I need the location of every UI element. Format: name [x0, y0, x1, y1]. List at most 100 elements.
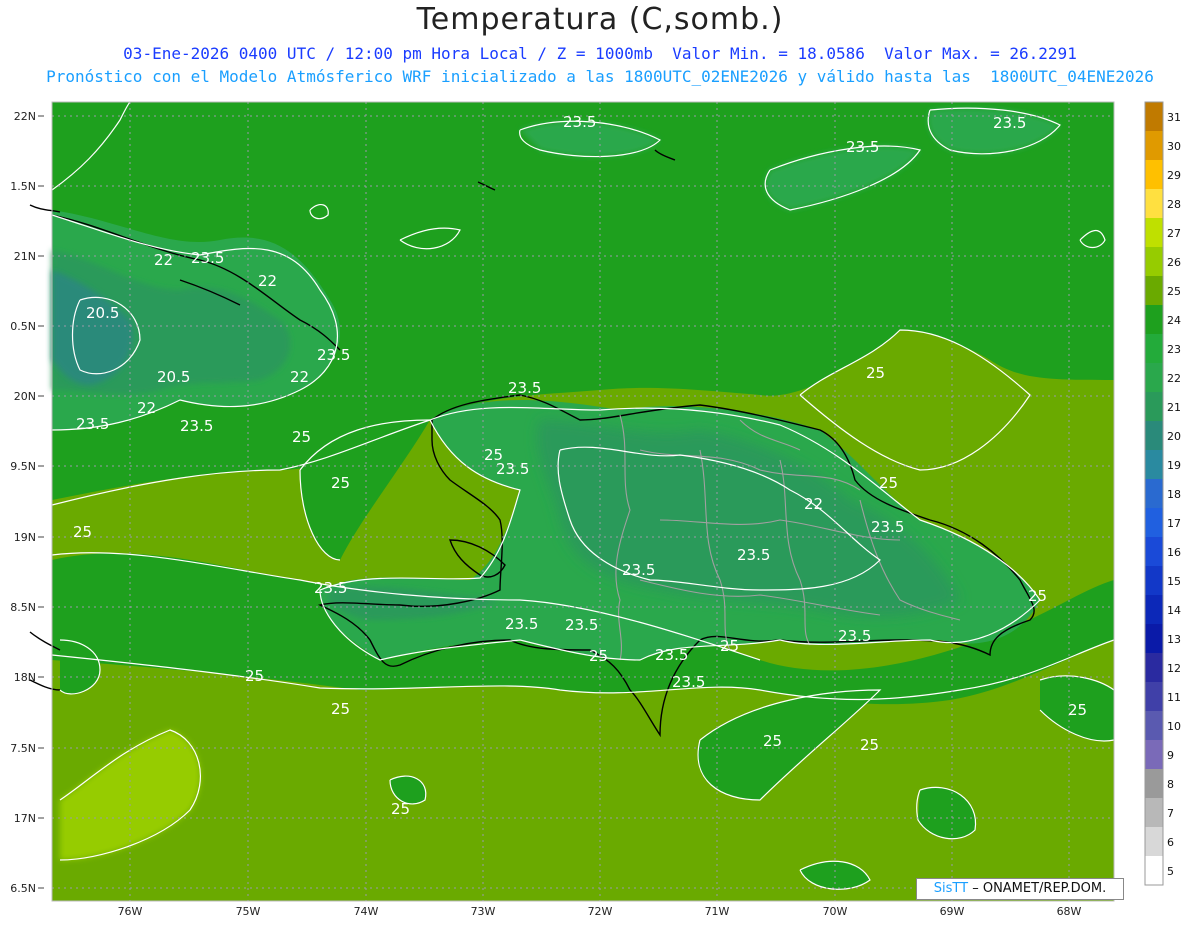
contour-label: 25 [331, 700, 350, 718]
contour-label: 25 [245, 667, 264, 685]
lat-label: 1.5N [10, 180, 36, 193]
colorbar-label: 21 [1167, 401, 1181, 414]
colorbar-label: 31 [1167, 111, 1181, 124]
colorbar-swatch [1145, 247, 1163, 276]
contour-label: 23.5 [737, 546, 770, 564]
contour-label: 25 [391, 800, 410, 818]
colorbar-swatch [1145, 102, 1163, 131]
contour-label: 20.5 [86, 304, 119, 322]
colorbar-label: 16 [1167, 546, 1181, 559]
colorbar-swatch [1145, 392, 1163, 421]
lat-label: 6.5N [10, 882, 36, 895]
colorbar-label: 20 [1167, 430, 1181, 443]
temperature-map: 23.5 23.5 23.5 22 23.5 22 20.5 23.5 20.5… [10, 101, 1181, 918]
colorbar-label: 9 [1167, 749, 1174, 762]
contour-label: 22 [290, 368, 309, 386]
contour-label: 23.5 [838, 627, 871, 645]
lat-label: 21N [14, 250, 36, 263]
colorbar-swatch [1145, 276, 1163, 305]
colorbar: 31 30 29 28 27 26 25 24 23 22 21 20 19 18 17 16 15 14 13 12… [1144, 101, 1181, 886]
contour-label: 23.5 [565, 616, 598, 634]
contour-label: 20.5 [157, 368, 190, 386]
colorbar-label: 28 [1167, 198, 1181, 211]
colorbar-label: 29 [1167, 169, 1181, 182]
map-subtitle-model-run: Pronóstico con el Modelo Atmósferico WRF… [46, 67, 1154, 86]
colorbar-swatch [1145, 479, 1163, 508]
lat-label: 19N [14, 531, 36, 544]
colorbar-swatch [1145, 305, 1163, 334]
colorbar-label: 24 [1167, 314, 1181, 327]
colorbar-swatch [1145, 711, 1163, 740]
contour-label: 25 [720, 637, 739, 655]
colorbar-label: 19 [1167, 459, 1181, 472]
longitude-axis: 76W 75W 74W 73W 72W 71W 70W 69W 68W [118, 905, 1082, 918]
contour-label: 22 [804, 495, 823, 513]
colorbar-label: 13 [1167, 633, 1181, 646]
colorbar-swatch [1145, 595, 1163, 624]
lon-label: 76W [118, 905, 143, 918]
contour-label: 23.5 [76, 415, 109, 433]
contour-label: 23.5 [672, 673, 705, 691]
colorbar-swatch [1145, 798, 1163, 827]
colorbar-swatch [1145, 653, 1163, 682]
colorbar-label: 6 [1167, 836, 1174, 849]
colorbar-label: 23 [1167, 343, 1181, 356]
lat-label: 17N [14, 812, 36, 825]
contour-label: 25 [866, 364, 885, 382]
contour-label: 23.5 [563, 113, 596, 131]
colorbar-swatch [1145, 624, 1163, 653]
contour-label: 23.5 [314, 579, 347, 597]
contour-label: 25 [589, 647, 608, 665]
lat-label: 22N [14, 110, 36, 123]
colorbar-swatch [1145, 769, 1163, 798]
contour-label: 22 [258, 272, 277, 290]
colorbar-label: 15 [1167, 575, 1181, 588]
colorbar-label: 5 [1167, 865, 1174, 878]
contour-label: 25 [879, 474, 898, 492]
contour-label: 23.5 [180, 417, 213, 435]
colorbar-label: 18 [1167, 488, 1181, 501]
colorbar-label: 27 [1167, 227, 1181, 240]
lat-label: 20N [14, 390, 36, 403]
lon-label: 74W [354, 905, 379, 918]
map-title: Temperatura (C,somb.) [416, 2, 784, 37]
contour-label: 23.5 [655, 646, 688, 664]
colorbar-swatch [1145, 508, 1163, 537]
contour-label: 23.5 [191, 249, 224, 267]
lat-label: 0.5N [10, 320, 36, 333]
lon-label: 71W [705, 905, 730, 918]
colorbar-label: 25 [1167, 285, 1181, 298]
contour-label: 25 [1028, 587, 1047, 605]
latitude-axis: 22N 1.5N 21N 0.5N 20N 9.5N 19N 8.5N 18N … [10, 110, 36, 895]
contour-label: 23.5 [505, 615, 538, 633]
colorbar-label: 8 [1167, 778, 1174, 791]
lon-label: 68W [1057, 905, 1082, 918]
contour-label: 25 [1068, 701, 1087, 719]
colorbar-swatch [1145, 682, 1163, 711]
lat-label: 18N [14, 671, 36, 684]
colorbar-swatch [1145, 566, 1163, 595]
colorbar-label: 22 [1167, 372, 1181, 385]
contour-label: 23.5 [496, 460, 529, 478]
colorbar-swatch [1145, 450, 1163, 479]
lat-label: 8.5N [10, 601, 36, 614]
colorbar-swatch [1145, 131, 1163, 160]
colorbar-swatch [1145, 740, 1163, 769]
contour-label: 22 [154, 251, 173, 269]
colorbar-swatch [1145, 363, 1163, 392]
lat-label: 9.5N [10, 460, 36, 473]
colorbar-label: 7 [1167, 807, 1174, 820]
contour-label: 25 [331, 474, 350, 492]
contour-label: 23.5 [622, 561, 655, 579]
lon-label: 73W [471, 905, 496, 918]
colorbar-swatch [1145, 537, 1163, 566]
contour-label: 23.5 [317, 346, 350, 364]
credit-text: – ONAMET/REP.DOM. [972, 881, 1107, 896]
colorbar-swatch [1145, 827, 1163, 856]
contour-label: 23.5 [846, 138, 879, 156]
lat-label: 7.5N [10, 742, 36, 755]
colorbar-swatch [1145, 160, 1163, 189]
colorbar-label: 14 [1167, 604, 1181, 617]
plot-area [29, 101, 1115, 902]
map-subtitle-valid-time: 03-Ene-2026 0400 UTC / 12:00 pm Hora Loc… [123, 44, 1077, 63]
